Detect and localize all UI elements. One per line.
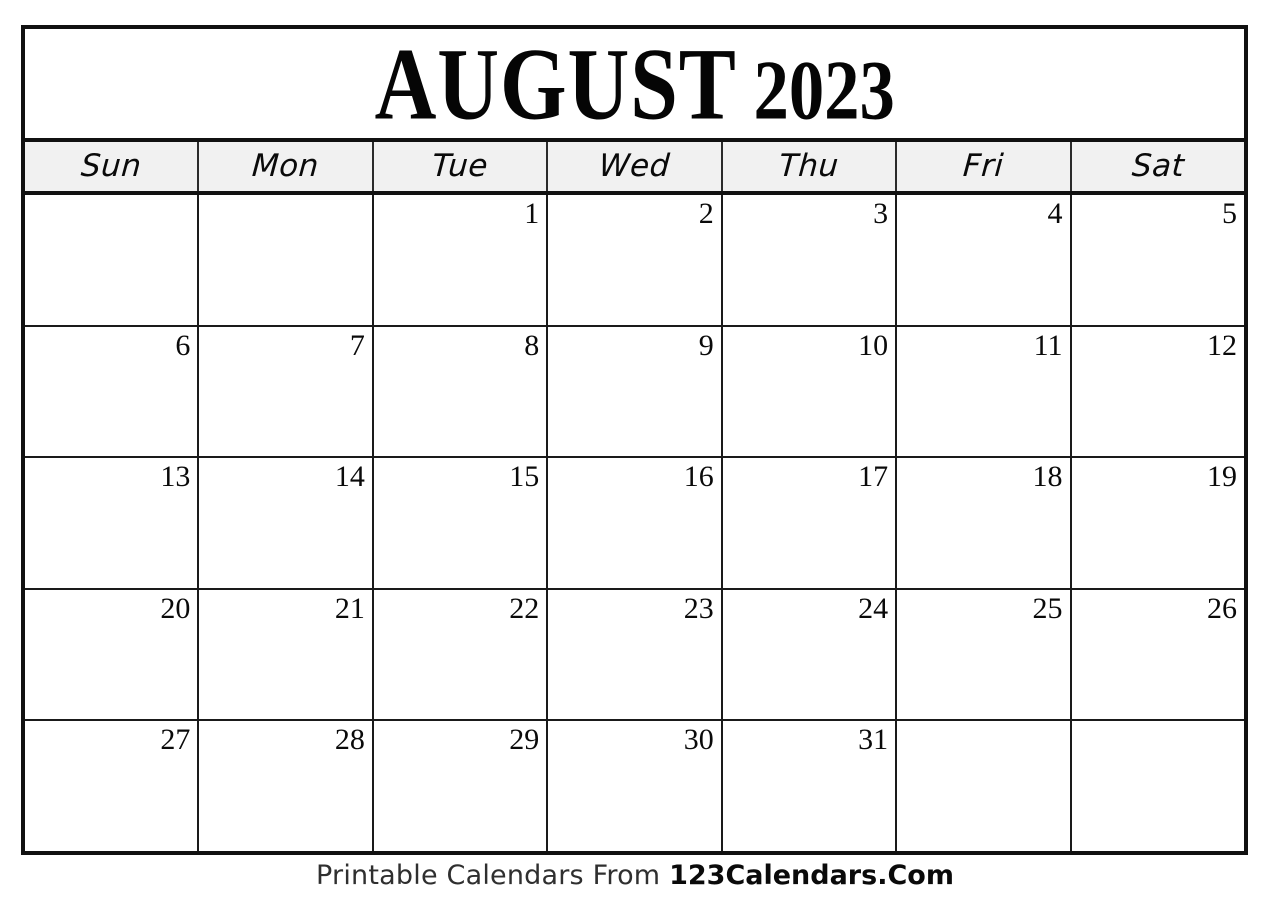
day-cell[interactable]: 2 — [548, 195, 723, 325]
day-cell[interactable]: 26 — [1071, 589, 1244, 720]
day-cell[interactable]: 21 — [199, 589, 374, 720]
day-number: 5 — [1221, 197, 1237, 230]
week-row: 13 14 15 16 17 18 19 — [25, 458, 1244, 590]
day-number: 8 — [524, 328, 540, 362]
day-number: 25 — [1032, 591, 1063, 625]
calendar-grid: AUGUST 2023 Sun Mon Tue Wed Thu Fri Sat 1… — [21, 25, 1248, 855]
weekday-header-fri: Fri — [897, 142, 1072, 191]
day-number: 22 — [509, 591, 540, 625]
day-cell[interactable]: 7 — [199, 326, 374, 457]
day-cell[interactable]: 28 — [199, 721, 374, 851]
day-cell[interactable]: 20 — [25, 589, 200, 720]
weekday-label: Sun — [79, 148, 143, 184]
footer-label: Printable Calendars From — [316, 860, 670, 891]
day-number: 14 — [334, 460, 365, 494]
weekday-label: Sat — [1130, 148, 1186, 184]
footer: Printable Calendars From 123Calendars.Co… — [0, 860, 1270, 891]
day-number: 2 — [698, 197, 714, 230]
page-title: AUGUST 2023 — [374, 32, 894, 135]
day-cell[interactable]: 6 — [25, 326, 200, 457]
day-cell[interactable]: 30 — [548, 721, 723, 851]
calendar-title-band: AUGUST 2023 — [25, 29, 1244, 142]
week-row: 20 21 22 23 24 25 26 — [25, 589, 1244, 722]
day-number: 23 — [683, 591, 714, 625]
day-number: 12 — [1206, 328, 1237, 362]
weekday-header-sat: Sat — [1071, 142, 1244, 191]
day-number: 4 — [1047, 197, 1063, 230]
weekday-header-thu: Thu — [722, 142, 898, 191]
calendar-year-label: 2023 — [753, 43, 895, 138]
day-number: 7 — [349, 328, 365, 362]
weekday-header-sun: Sun — [25, 142, 200, 191]
day-cell[interactable]: 24 — [722, 589, 898, 720]
weekday-header-mon: Mon — [199, 142, 374, 191]
day-cell[interactable] — [199, 195, 374, 325]
week-row: 6 7 8 9 10 11 12 — [25, 326, 1244, 459]
day-number: 6 — [175, 328, 191, 362]
weekday-label: Thu — [777, 148, 841, 184]
day-number: 27 — [160, 723, 191, 757]
day-number: 18 — [1032, 460, 1063, 494]
weekday-header-row: Sun Mon Tue Wed Thu Fri Sat — [25, 142, 1244, 195]
day-cell[interactable] — [25, 195, 200, 325]
day-cell[interactable]: 11 — [897, 326, 1072, 457]
calendar-page: AUGUST 2023 Sun Mon Tue Wed Thu Fri Sat 1… — [0, 0, 1270, 910]
day-cell[interactable]: 18 — [897, 458, 1072, 588]
day-cell[interactable]: 3 — [722, 195, 898, 325]
calendar-month-label: AUGUST — [374, 29, 737, 141]
day-number: 9 — [698, 328, 714, 362]
day-cell[interactable]: 1 — [373, 195, 549, 325]
day-cell[interactable]: 8 — [373, 326, 549, 457]
calendar-weeks: 1 2 3 4 5 6 7 8 9 10 11 12 13 14 15 16 1… — [25, 195, 1244, 851]
day-cell[interactable] — [1071, 721, 1244, 851]
day-cell[interactable]: 29 — [373, 721, 549, 851]
day-cell[interactable]: 14 — [199, 458, 374, 588]
weekday-header-wed: Wed — [548, 142, 723, 191]
day-cell[interactable]: 17 — [722, 458, 898, 588]
weekday-header-tue: Tue — [373, 142, 549, 191]
day-number: 29 — [509, 723, 540, 757]
day-cell[interactable]: 5 — [1071, 195, 1244, 325]
day-cell[interactable]: 4 — [897, 195, 1072, 325]
weekday-label: Mon — [250, 148, 321, 184]
day-number: 15 — [509, 460, 540, 494]
day-cell[interactable]: 10 — [722, 326, 898, 457]
day-number: 28 — [334, 723, 365, 757]
day-cell[interactable] — [897, 721, 1072, 851]
day-number: 17 — [858, 460, 889, 494]
day-cell[interactable]: 9 — [548, 326, 723, 457]
day-cell[interactable]: 27 — [25, 721, 200, 851]
day-number: 16 — [683, 460, 714, 494]
day-cell[interactable]: 12 — [1071, 326, 1244, 457]
day-number: 26 — [1206, 591, 1237, 625]
day-cell[interactable]: 31 — [722, 721, 898, 851]
day-number: 20 — [160, 591, 191, 625]
week-row: 1 2 3 4 5 — [25, 195, 1244, 327]
day-cell[interactable]: 25 — [897, 589, 1072, 720]
day-number: 21 — [334, 591, 365, 625]
day-number: 3 — [873, 197, 889, 230]
week-row: 27 28 29 30 31 — [25, 721, 1244, 851]
day-number: 31 — [858, 723, 889, 757]
day-number: 19 — [1206, 460, 1237, 494]
weekday-label: Wed — [597, 148, 672, 184]
day-number: 30 — [683, 723, 714, 757]
day-cell[interactable]: 13 — [25, 458, 200, 588]
day-number: 24 — [858, 591, 889, 625]
day-number: 11 — [1033, 328, 1063, 362]
day-cell[interactable]: 23 — [548, 589, 723, 720]
day-cell[interactable]: 22 — [373, 589, 549, 720]
day-cell[interactable]: 16 — [548, 458, 723, 588]
day-number: 1 — [524, 197, 540, 230]
footer-brand-link[interactable]: 123Calendars.Com — [669, 860, 954, 891]
weekday-label: Fri — [961, 148, 1005, 184]
weekday-label: Tue — [430, 148, 490, 184]
day-cell[interactable]: 15 — [373, 458, 549, 588]
day-number: 13 — [160, 460, 191, 494]
day-cell[interactable]: 19 — [1071, 458, 1244, 588]
day-number: 10 — [858, 328, 889, 362]
